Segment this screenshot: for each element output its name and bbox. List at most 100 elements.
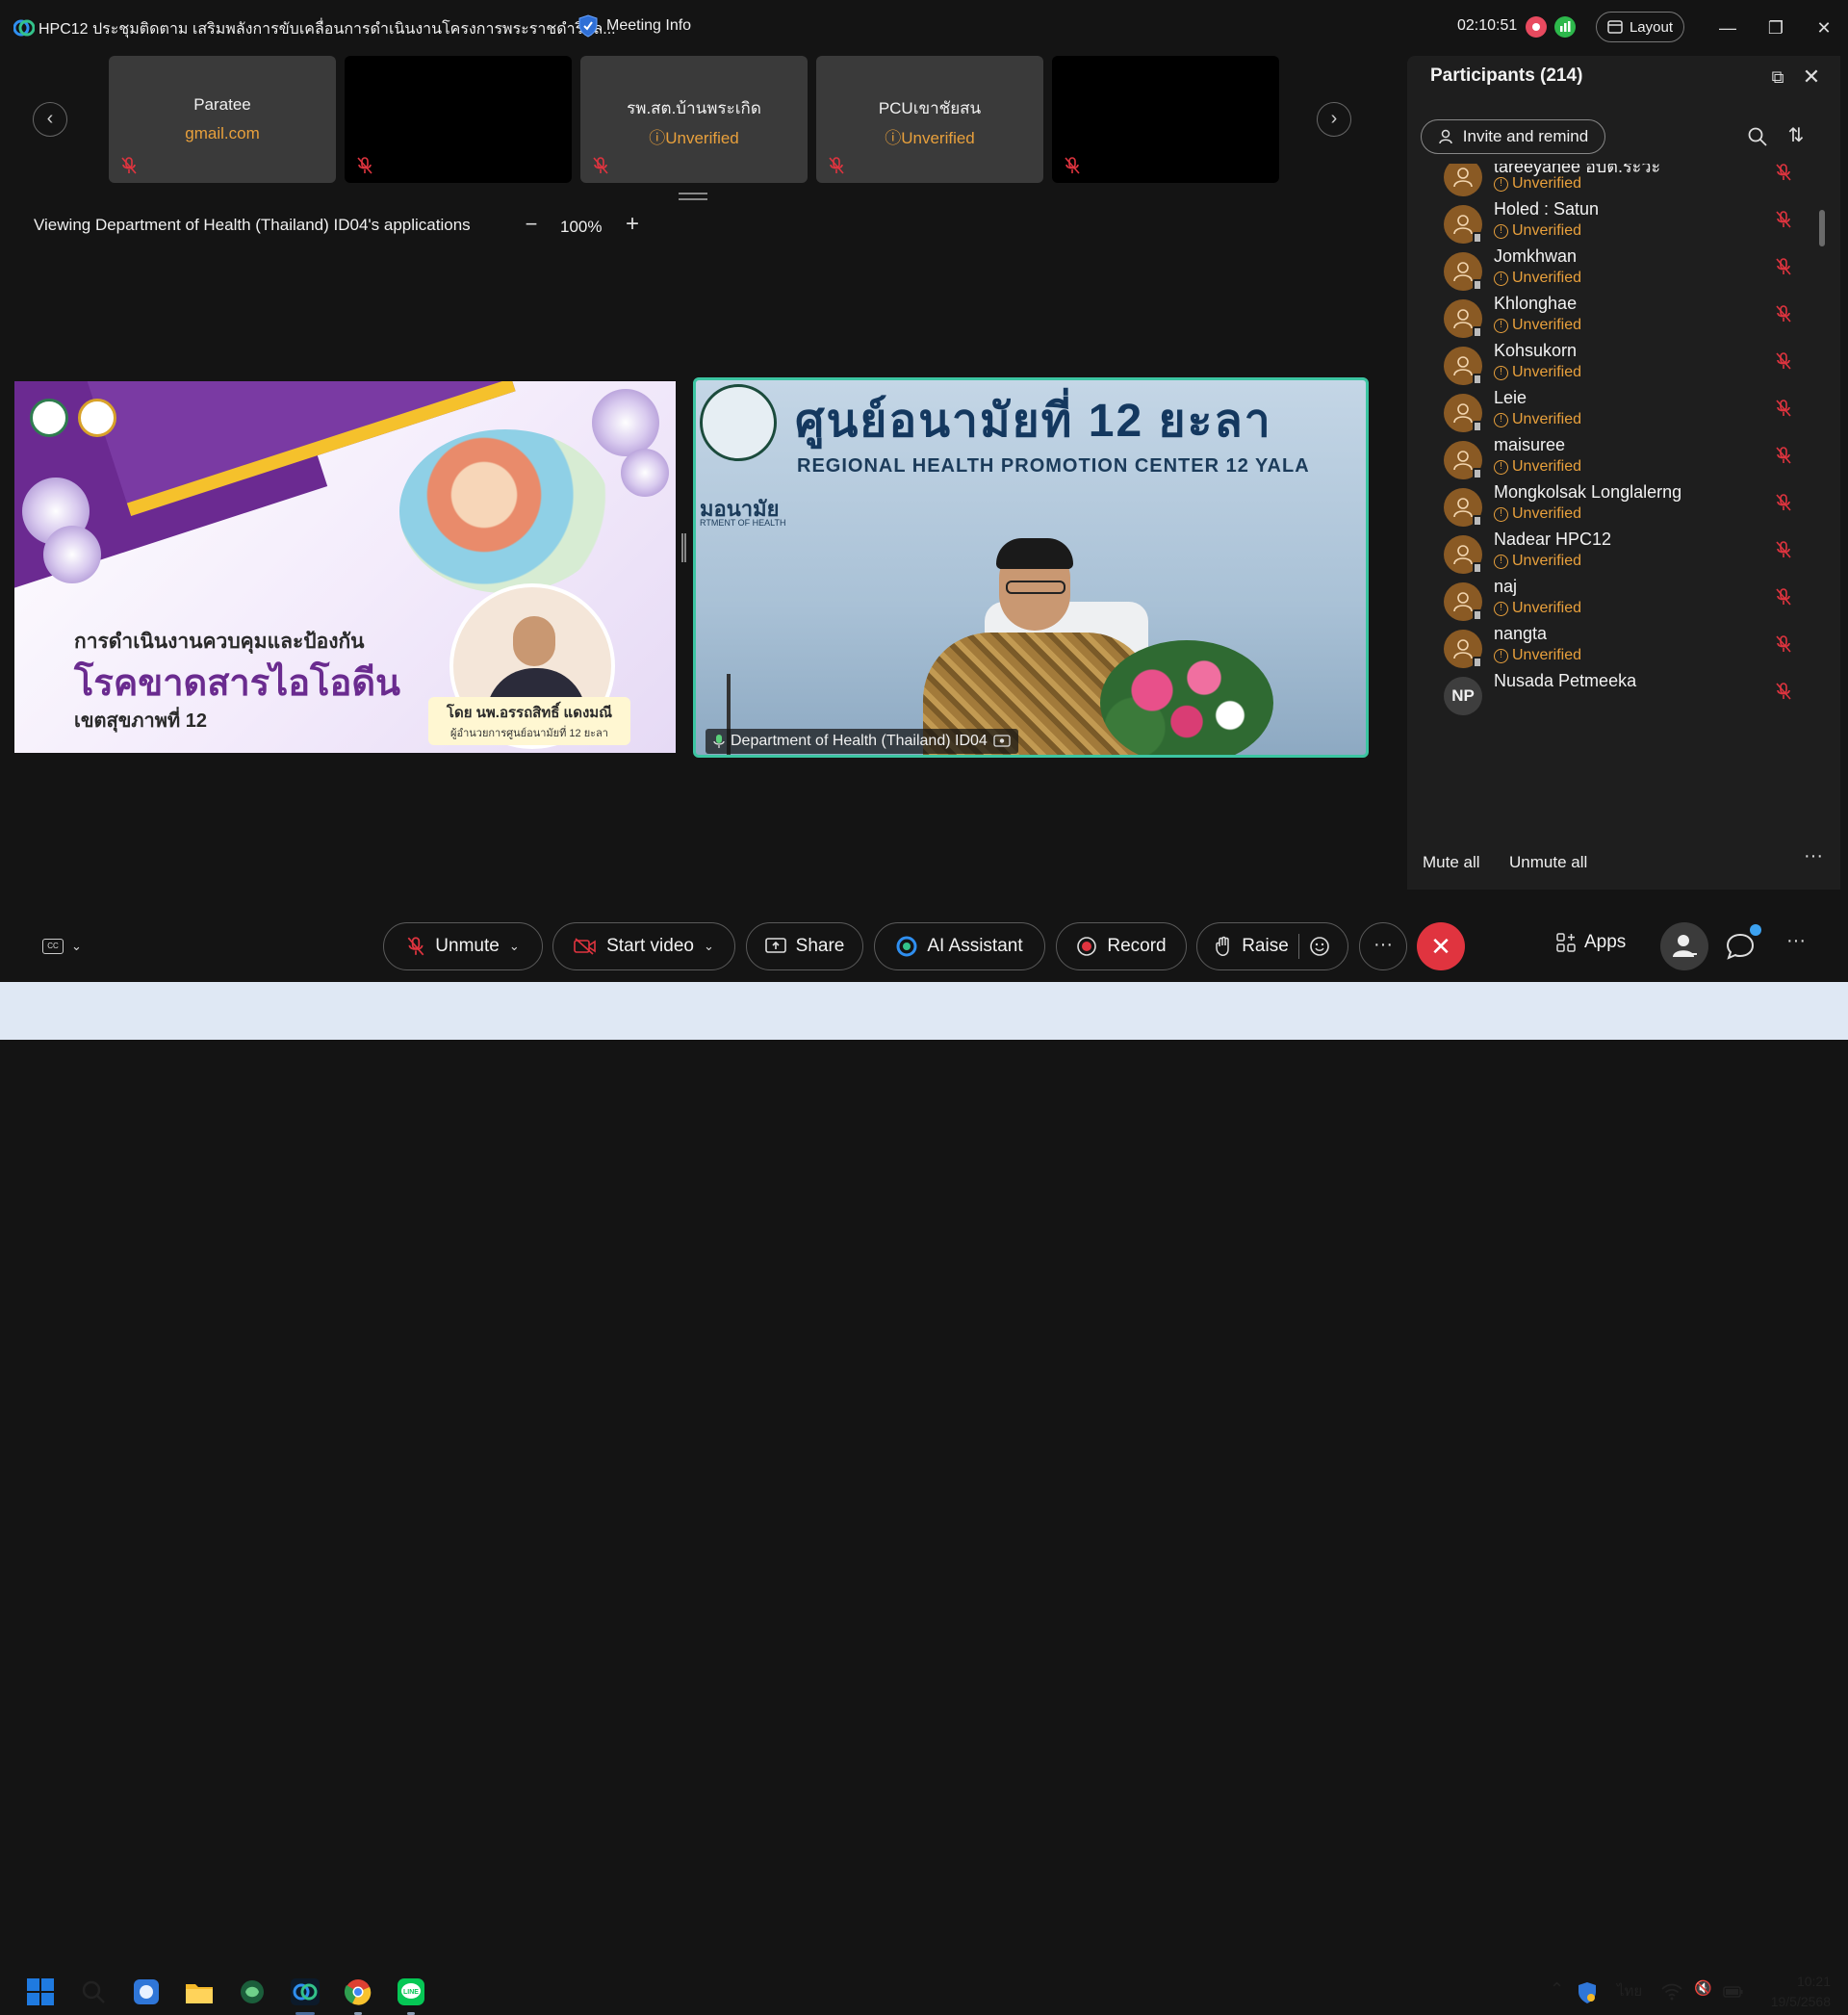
windows-start-icon[interactable]	[23, 1975, 58, 2009]
popout-icon[interactable]: ⧉	[1767, 67, 1788, 89]
video-off-icon	[574, 938, 596, 955]
apps-button[interactable]: Apps	[1555, 932, 1626, 953]
restore-icon[interactable]: ❐	[1761, 13, 1790, 42]
more-options-icon[interactable]: ···	[1804, 845, 1823, 867]
line-app-icon[interactable]: LINE	[394, 1975, 428, 2009]
zoom-in-button[interactable]: +	[622, 211, 643, 238]
mic-muted-icon[interactable]	[1775, 681, 1792, 702]
participant-name: Kohsukorn	[1494, 341, 1578, 360]
next-participants-button[interactable]: ›	[1317, 102, 1351, 137]
system-time[interactable]: 10:21	[1790, 1974, 1831, 1989]
participants-icon	[1673, 935, 1697, 957]
participant-thumbnail[interactable]: Paratee gmail.com	[109, 56, 336, 183]
device-icon	[1473, 279, 1482, 291]
file-explorer-icon[interactable]	[182, 1975, 217, 2009]
chrome-icon[interactable]	[341, 1975, 375, 2009]
participants-panel: Participants (214) ⧉ ✕ Invite and remind…	[1407, 56, 1840, 890]
warning-icon: ⓘ	[649, 129, 666, 147]
unmute-all-button[interactable]: Unmute all	[1509, 853, 1587, 872]
apps-grid-icon	[1556, 933, 1576, 952]
mic-muted-icon[interactable]	[1775, 350, 1792, 372]
sort-icon[interactable]: ⇅	[1784, 123, 1808, 150]
mic-muted-icon[interactable]	[1775, 209, 1792, 230]
layout-button[interactable]: Layout	[1596, 12, 1684, 42]
system-date[interactable]: 19/5/2568	[1758, 1994, 1831, 2009]
battery-icon[interactable]	[1723, 1983, 1744, 2001]
thumbnail-name: PCUเขาชัยสน	[878, 99, 982, 117]
wifi-icon[interactable]	[1661, 1983, 1682, 2001]
device-icon	[1473, 657, 1482, 668]
video-participant-name: Department of Health (Thailand) ID04	[731, 733, 988, 749]
chat-icon[interactable]	[1725, 932, 1756, 961]
meeting-title: HPC12 ประชุมติดตาม เสริมพลังการขับเคลื่อ…	[38, 21, 616, 38]
network-stats-icon[interactable]	[1554, 16, 1576, 38]
mute-all-button[interactable]: Mute all	[1423, 853, 1480, 872]
raise-hand-button[interactable]: Raise	[1196, 922, 1348, 970]
unmute-label: Unmute	[435, 936, 500, 956]
flower-decoration-icon	[592, 389, 659, 456]
participants-button[interactable]	[1660, 922, 1708, 970]
avatar-person-icon	[1444, 441, 1482, 479]
participant-list-scrollbar[interactable]	[1819, 210, 1825, 246]
participant-thumbnail[interactable]	[1052, 56, 1279, 183]
end-meeting-button[interactable]: ✕	[1417, 922, 1465, 970]
mic-muted-icon[interactable]	[1775, 303, 1792, 324]
mic-icon	[713, 735, 725, 748]
svg-text:LINE: LINE	[403, 1989, 419, 1996]
participant-name: Holed : Satun	[1494, 199, 1600, 219]
minimize-icon[interactable]: —	[1713, 13, 1742, 42]
mic-muted-icon[interactable]	[1775, 586, 1792, 607]
more-options-button[interactable]: ···	[1359, 922, 1407, 970]
participant-thumbnail[interactable]: รพ.สต.บ้านพระเกิด ⓘUnverified	[580, 56, 808, 183]
split-resize-handle[interactable]	[681, 533, 686, 562]
status-label: Unverified	[1512, 411, 1582, 427]
participant-thumbnail[interactable]: PCUเขาชัยสน ⓘUnverified	[816, 56, 1043, 183]
volume-muted-icon[interactable]: 🔇	[1694, 1979, 1712, 1997]
participant-status: ! Unverified	[1494, 270, 1581, 287]
meeting-info-button[interactable]: Meeting Info	[578, 14, 691, 38]
mic-muted-icon[interactable]	[1775, 398, 1792, 419]
participant-row[interactable]: NP Nusada Petmeeka	[1407, 669, 1821, 727]
close-window-icon[interactable]: ✕	[1810, 13, 1838, 42]
ai-assistant-button[interactable]: AI Assistant	[874, 922, 1045, 970]
participant-status: ! Unverified	[1494, 600, 1581, 617]
share-button[interactable]: Share	[746, 922, 863, 970]
search-icon[interactable]	[1746, 125, 1769, 148]
close-panel-icon[interactable]: ✕	[1800, 65, 1823, 89]
start-video-button[interactable]: Start video ⌄	[552, 922, 735, 970]
strip-resize-handle[interactable]	[679, 193, 707, 200]
apps-label: Apps	[1584, 932, 1627, 952]
mic-muted-icon[interactable]	[1775, 256, 1792, 277]
closed-captions-button[interactable]: CC ⌄	[42, 934, 96, 959]
video-name-label: Department of Health (Thailand) ID04	[706, 729, 1018, 754]
app-icon[interactable]	[235, 1975, 270, 2009]
status-label: Unverified	[1512, 175, 1582, 192]
prev-participants-button[interactable]: ‹	[33, 102, 67, 137]
unmute-button[interactable]: Unmute ⌄	[383, 922, 543, 970]
input-language[interactable]: ไทย	[1617, 1979, 1642, 2002]
warning-icon: !	[1494, 271, 1508, 286]
security-shield-icon[interactable]	[1577, 1981, 1598, 2004]
participant-status: ! Unverified	[1494, 553, 1581, 570]
avatar-person-icon	[1444, 582, 1482, 621]
banner-subtitle-en: RTMENT OF HEALTH	[700, 518, 786, 528]
divider	[1297, 934, 1299, 959]
chevron-up-icon[interactable]: ⌃	[1550, 1979, 1564, 2000]
screen-share-icon	[993, 735, 1011, 747]
record-button[interactable]: Record	[1056, 922, 1187, 970]
mic-muted-icon[interactable]	[1775, 633, 1792, 655]
more-icon[interactable]: ···	[1786, 930, 1806, 952]
participant-list[interactable]: tareeyanee อบต.ระวะ! Unverified Holed : Sa…	[1407, 164, 1840, 828]
browser-icon[interactable]	[129, 1975, 164, 2009]
participant-thumbnail[interactable]	[345, 56, 572, 183]
mic-muted-icon[interactable]	[1775, 445, 1792, 466]
mic-muted-icon[interactable]	[1775, 539, 1792, 560]
invite-and-remind-button[interactable]: Invite and remind	[1421, 119, 1605, 154]
mic-muted-icon[interactable]	[1775, 492, 1792, 513]
webex-app-icon[interactable]	[288, 1975, 322, 2009]
status-label: Unverified	[1512, 458, 1582, 475]
zoom-out-button[interactable]: −	[521, 212, 542, 237]
mic-muted-icon[interactable]	[1775, 164, 1792, 183]
search-icon[interactable]	[76, 1975, 111, 2009]
active-speaker-video[interactable]: ศูนย์อนามัยที่ 12 ยะลา REGIONAL HEALTH P…	[693, 377, 1369, 758]
